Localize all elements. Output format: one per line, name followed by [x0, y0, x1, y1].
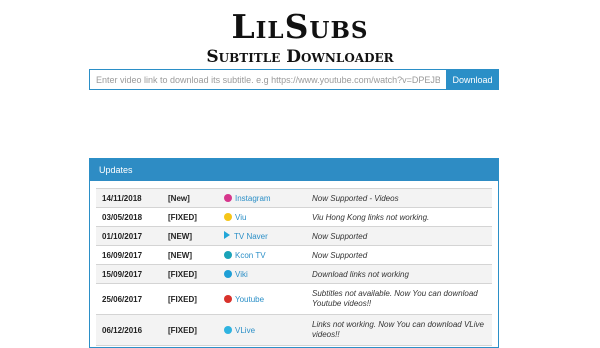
updates-table: 14/11/2018 [New] Instagram Now Supported - … — [96, 188, 492, 346]
site-link[interactable]: Kcon TV — [235, 251, 266, 260]
site-link[interactable]: TV Naver — [234, 232, 268, 241]
site-link[interactable]: Instagram — [235, 194, 271, 203]
site-link[interactable]: Viu — [235, 213, 246, 222]
site-link[interactable]: Youtube — [235, 295, 264, 304]
youtube-icon — [224, 294, 232, 303]
update-tag: [New] — [164, 188, 220, 208]
update-site: Viu — [220, 207, 308, 227]
update-site: Viki — [220, 264, 308, 284]
update-tag: [FIXED] — [164, 314, 220, 346]
kcon-tv-icon — [224, 250, 232, 259]
update-note: Links not working. Now You can download … — [308, 314, 492, 346]
update-site: VLive — [220, 314, 308, 346]
site-title: LilSubs — [231, 7, 369, 46]
update-row: 15/09/2017 [FIXED] Viki Download links not … — [96, 264, 492, 284]
update-note: Now Supported — [308, 226, 492, 246]
update-site: Instagram — [220, 188, 308, 208]
site-link[interactable]: Viki — [235, 270, 248, 279]
update-note: Download links not working — [308, 264, 492, 284]
site-logo: LilSubs Subtitle Downloader — [0, 7, 600, 68]
update-row: 14/11/2018 [New] Instagram Now Supported - … — [96, 188, 492, 208]
update-row: 16/09/2017 [NEW] Kcon TV Now Supported — [96, 245, 492, 265]
update-note: Now Supported — [308, 245, 492, 265]
update-date: 14/11/2018 — [96, 188, 164, 208]
viki-icon — [224, 269, 232, 278]
update-tag: [NEW] — [164, 245, 220, 265]
updates-panel: Updates 14/11/2018 [New] Instagram Now Supp… — [89, 158, 499, 348]
update-note: Subtitles not available. Now You can dow… — [308, 283, 492, 315]
site-subtitle: Subtitle Downloader — [206, 47, 394, 67]
viu-icon — [224, 212, 232, 221]
update-tag: [FIXED] — [164, 207, 220, 227]
update-row: 06/12/2016 [FIXED] VLive Links not working.… — [96, 314, 492, 346]
update-row: 01/10/2017 [NEW] TV Naver Now Supported — [96, 226, 492, 246]
update-date: 16/09/2017 — [96, 245, 164, 265]
update-date: 25/06/2017 — [96, 283, 164, 315]
update-note: Now Supported - Videos — [308, 188, 492, 208]
update-date: 01/10/2017 — [96, 226, 164, 246]
video-link-input[interactable] — [89, 69, 446, 90]
update-date: 15/09/2017 — [96, 264, 164, 284]
update-row: 25/06/2017 [FIXED] Youtube Subtitles not av… — [96, 283, 492, 315]
update-tag: [NEW] — [164, 226, 220, 246]
download-button[interactable]: Download — [446, 69, 499, 90]
update-site: TV Naver — [220, 226, 308, 246]
vlive-icon — [224, 325, 232, 334]
instagram-icon — [224, 193, 232, 202]
update-date: 06/12/2016 — [96, 314, 164, 346]
search-bar: Download — [89, 69, 499, 90]
update-row: 03/05/2018 [FIXED] Viu Viu Hong Kong links … — [96, 207, 492, 227]
update-site: Youtube — [220, 283, 308, 315]
update-tag: [FIXED] — [164, 283, 220, 315]
site-link[interactable]: VLive — [235, 326, 255, 335]
update-tag: [FIXED] — [164, 264, 220, 284]
update-site: Kcon TV — [220, 245, 308, 265]
tv-naver-icon — [224, 231, 230, 239]
update-note: Viu Hong Kong links not working. — [308, 207, 492, 227]
updates-heading: Updates — [90, 159, 498, 181]
update-date: 03/05/2018 — [96, 207, 164, 227]
